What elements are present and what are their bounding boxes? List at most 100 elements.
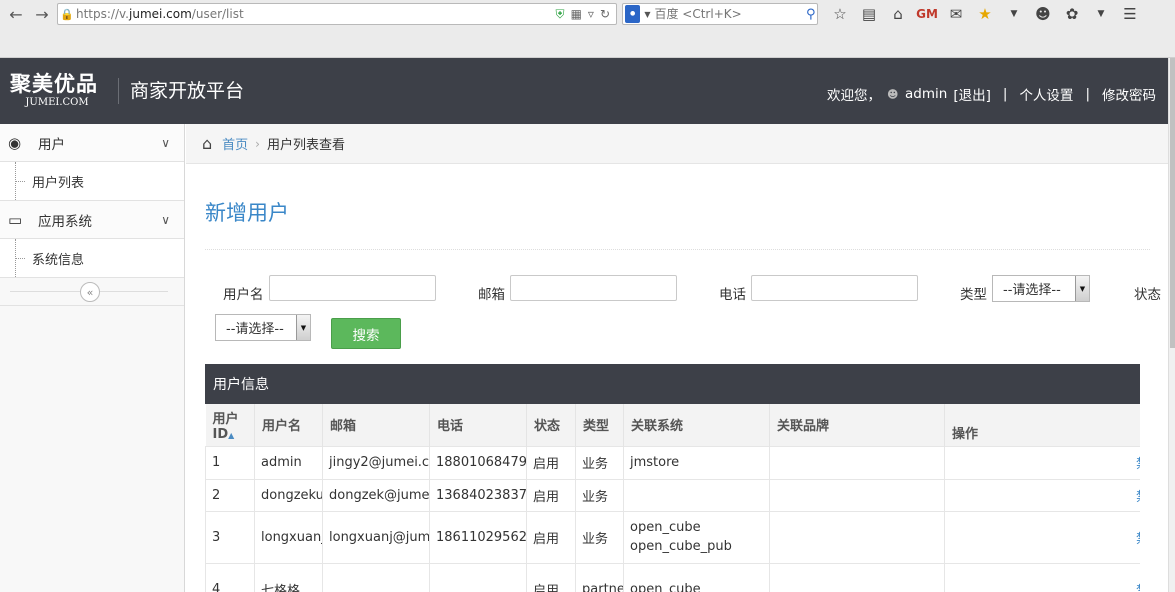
dropdown-icon[interactable]: ▿ (588, 7, 594, 22)
cell-brands (769, 478, 945, 512)
cell-type: 业务 (575, 510, 624, 564)
collapse-icon[interactable]: « (80, 282, 100, 302)
cell-systems: open_cube (623, 562, 770, 592)
user-table: 用户ID▲ 用户名 邮箱 电话 状态 类型 关联系统 关联品牌 操作 1 admi… (205, 404, 1140, 592)
breadcrumb: ⌂ 首页 › 用户列表查看 (186, 124, 1168, 164)
table-row: 3longxuanjlongxuanj@jumei.com18611029562… (205, 510, 1140, 564)
disable-link[interactable]: 禁用 (1136, 490, 1140, 505)
system-name: open_cube (630, 581, 701, 592)
address-bar[interactable]: 🔒 https://v.jumei.com/user/list ⛨ ▦ ▿ ↻ (57, 3, 617, 25)
logout-link[interactable]: [退出] (953, 84, 991, 104)
cell-type: 业务 (575, 478, 624, 512)
cell-username: admin (254, 445, 323, 480)
cell-email (322, 562, 430, 592)
header-divider (118, 78, 119, 104)
cell-brands (769, 445, 945, 480)
sidebar-group-apps[interactable]: ▭ 应用系统 ∨ (0, 201, 184, 239)
reader-icon[interactable]: ▤ (859, 4, 879, 24)
settings-link[interactable]: 个人设置 (1019, 84, 1073, 104)
email-field[interactable] (510, 275, 677, 301)
magnifier-icon[interactable]: ⚲ (804, 7, 817, 22)
user-icon[interactable]: ☻ (1033, 4, 1053, 24)
separator: | (1085, 86, 1090, 102)
column-header: 类型 (575, 404, 624, 446)
search-input[interactable] (654, 7, 805, 21)
system-name: open_cube_pub (630, 539, 732, 554)
page-title[interactable]: 新增用户 (205, 197, 289, 227)
phone-field[interactable] (751, 275, 918, 301)
page-scrollbar[interactable] (1168, 58, 1175, 592)
sidebar-item-system-info[interactable]: 系统信息 (0, 239, 184, 278)
cell-username: longxuanj (254, 510, 323, 564)
chevron-right-icon: › (255, 136, 260, 151)
cell-username: 七格格 (254, 562, 323, 592)
star-icon[interactable]: ☆ (830, 4, 850, 24)
table-row: 1adminjingy2@jumei.com18801068479启用业务 jms… (205, 445, 1140, 480)
cell-brands (769, 562, 945, 592)
menu-icon[interactable]: ☰ (1120, 4, 1140, 24)
qr-icon[interactable]: ▦ (571, 7, 582, 22)
reload-icon[interactable]: ↻ (600, 7, 610, 22)
welcome-text: 欢迎您， (827, 88, 882, 104)
change-password-link[interactable]: 修改密码 (1102, 84, 1156, 104)
cell-email: dongzek@jumei.com (322, 478, 430, 512)
chevron-down-icon: ∨ (161, 213, 170, 227)
cell-actions: 禁用编辑 (944, 445, 1140, 480)
chat-icon[interactable]: ✉ (946, 4, 966, 24)
system-name: open_cube (630, 520, 701, 535)
search-engine-icon[interactable]: ⚫ (625, 5, 641, 23)
column-header: 状态 (526, 404, 576, 446)
sidebar-item-user-list[interactable]: 用户列表 (0, 162, 184, 201)
cell-status: 启用 (526, 445, 576, 480)
engine-caret-icon[interactable]: ▼ (644, 10, 650, 19)
sidebar-group-user[interactable]: ◉ 用户 ∨ (0, 124, 184, 162)
cell-systems: open_cube open_cube_pub (623, 510, 770, 564)
url-text: https://v.jumei.com/user/list (76, 7, 244, 21)
cell-email: longxuanj@jumei.com (322, 510, 430, 564)
type-label: 类型 (960, 287, 987, 303)
chevron-down-icon: ▼ (296, 315, 310, 340)
dropdown-icon[interactable]: ▼ (1091, 4, 1111, 24)
dropdown-icon[interactable]: ▼ (1004, 4, 1024, 24)
home-icon[interactable]: ⌂ (202, 134, 212, 153)
disable-link[interactable]: 禁用 (1136, 457, 1140, 472)
cell-id: 2 (205, 478, 255, 512)
search-box[interactable]: ⚫ ▼ ⚲ (622, 3, 818, 25)
username-field[interactable] (269, 275, 436, 301)
extension-icon[interactable]: ✿ (1062, 4, 1082, 24)
search-button[interactable]: 搜索 (331, 318, 401, 349)
cell-actions: 禁用编辑 (944, 478, 1140, 512)
disable-link[interactable]: 禁用 (1136, 532, 1140, 547)
shield-icon[interactable]: ⛨ (556, 7, 565, 22)
logo[interactable]: 聚美优品 JUMEI.COM (10, 71, 108, 111)
cell-phone: 18611029562 (429, 510, 527, 564)
column-header: 邮箱 (322, 404, 430, 446)
cell-status: 启用 (526, 562, 576, 592)
bookmark-star-icon[interactable]: ★ (975, 4, 995, 24)
user-info-panel: 用户信息 用户ID▲ 用户名 邮箱 电话 状态 类型 关联系统 关联品牌 操作 … (205, 364, 1140, 592)
sort-icon[interactable]: ▲ (228, 431, 234, 440)
status-select[interactable]: --请选择-- ▼ (215, 314, 311, 341)
forward-arrow-icon[interactable]: → (32, 4, 52, 24)
cell-brands (769, 510, 945, 564)
back-arrow-icon[interactable]: ← (6, 4, 26, 24)
disable-link[interactable]: 禁用 (1136, 584, 1140, 592)
column-header: 操作 (944, 404, 1140, 446)
type-select[interactable]: --请选择-- ▼ (992, 275, 1090, 302)
scroll-thumb[interactable] (1170, 58, 1175, 348)
home-icon[interactable]: ⌂ (888, 4, 908, 24)
cell-systems: jmstore (623, 445, 770, 480)
lock-icon: 🔒 (60, 7, 74, 21)
column-header: 关联品牌 (769, 404, 945, 446)
email-label: 邮箱 (478, 287, 505, 303)
monitor-icon: ▭ (8, 210, 23, 229)
greasemonkey-icon[interactable]: GM (916, 4, 938, 24)
breadcrumb-home-link[interactable]: 首页 (222, 134, 248, 153)
column-header[interactable]: 用户ID▲ (205, 404, 255, 446)
username-label: 用户名 (223, 287, 264, 303)
cell-actions: 禁用编辑 (944, 562, 1140, 592)
column-header: 用户名 (254, 404, 323, 446)
cell-username: dongzekui (254, 478, 323, 512)
cell-type: partner (575, 562, 624, 592)
panel-title: 用户信息 (205, 364, 1140, 404)
